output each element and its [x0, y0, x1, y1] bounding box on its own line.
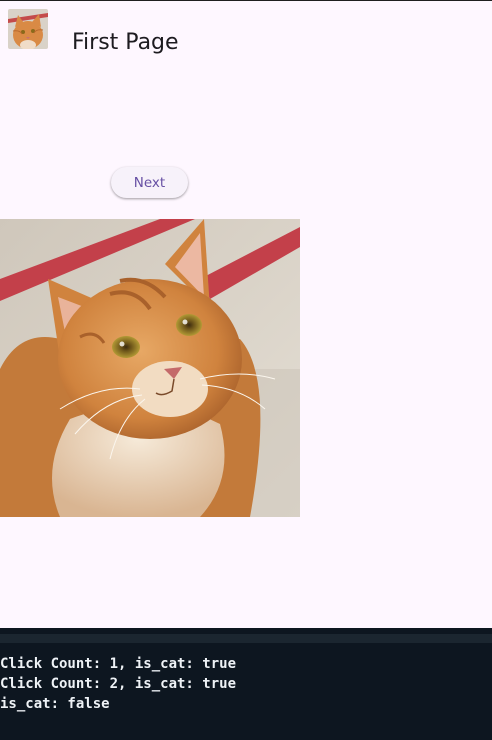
console-line: Click Count: 1, is_cat: true	[0, 656, 237, 672]
next-button[interactable]: Next	[111, 167, 188, 198]
console-toolbar	[0, 634, 492, 643]
debug-console: Click Count: 1, is_cat: true Click Count…	[0, 628, 492, 740]
console-output: Click Count: 1, is_cat: true Click Count…	[0, 654, 236, 714]
console-line: Click Count: 2, is_cat: true	[0, 676, 237, 692]
cat-photo-image	[0, 219, 300, 517]
app-bar: First Page	[0, 1, 492, 57]
console-line: is_cat: false	[0, 696, 110, 712]
page-title: First Page	[72, 29, 179, 55]
cat-avatar-icon	[8, 9, 48, 49]
